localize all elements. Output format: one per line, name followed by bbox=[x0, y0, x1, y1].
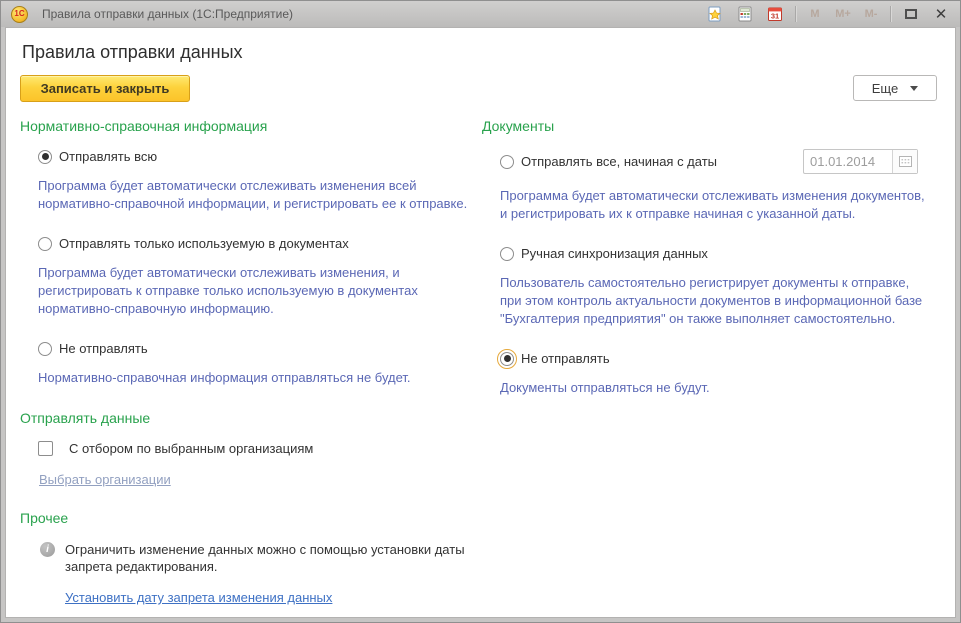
section-heading-other: Прочее bbox=[20, 510, 478, 526]
page-title: Правила отправки данных bbox=[22, 42, 941, 63]
radio-label: Отправлять все, начиная с даты bbox=[521, 154, 717, 169]
info-text: Ограничить изменение данных можно с помо… bbox=[65, 541, 478, 575]
radio-icon[interactable] bbox=[500, 247, 514, 261]
set-restriction-date-link[interactable]: Установить дату запрета изменения данных bbox=[65, 590, 332, 605]
section-heading-nsi: Нормативно-справочная информация bbox=[20, 118, 478, 134]
1c-logo-text: 1С bbox=[14, 10, 24, 18]
nsi-option-group-2: Не отправлять Нормативно-справочная инфо… bbox=[20, 341, 478, 387]
close-button[interactable]: ✕ bbox=[928, 4, 954, 24]
radio-icon[interactable] bbox=[500, 352, 514, 366]
nsi-option-group-0: Отправлять всю Программа будет автоматич… bbox=[20, 149, 478, 213]
section-heading-documents: Документы bbox=[482, 118, 932, 134]
radio-docs-send-all-from-date[interactable]: Отправлять все, начиная с даты bbox=[500, 149, 932, 174]
radio-label: Отправлять только используемую в докумен… bbox=[59, 236, 349, 251]
radio-icon[interactable] bbox=[38, 342, 52, 356]
calendar-picker-button[interactable] bbox=[892, 150, 917, 173]
option-note: Программа будет автоматически отслеживат… bbox=[38, 177, 468, 213]
section-heading-send-data: Отправлять данные bbox=[20, 410, 478, 426]
start-date-input[interactable] bbox=[804, 150, 892, 173]
date-field bbox=[803, 149, 918, 174]
documents-option-group-2: Не отправлять Документы отправляться не … bbox=[482, 351, 932, 397]
titlebar-actions: 31 M M+ M- ✕ bbox=[702, 4, 954, 24]
option-note: Нормативно-справочная информация отправл… bbox=[38, 369, 468, 387]
close-icon: ✕ bbox=[935, 7, 948, 22]
form-content: Правила отправки данных Записать и закры… bbox=[5, 27, 956, 618]
radio-label: Отправлять всю bbox=[59, 149, 157, 164]
info-icon: i bbox=[40, 542, 55, 557]
option-note: Программа будет автоматически отслеживат… bbox=[500, 187, 930, 223]
maximize-button[interactable] bbox=[898, 4, 924, 24]
favorites-button[interactable] bbox=[702, 4, 728, 24]
radio-icon[interactable] bbox=[38, 237, 52, 251]
titlebar-separator bbox=[795, 6, 796, 22]
calculator-button[interactable] bbox=[732, 4, 758, 24]
radio-label: Ручная синхронизация данных bbox=[521, 246, 708, 261]
more-button-label: Еще bbox=[872, 81, 898, 96]
titlebar-separator bbox=[890, 6, 891, 22]
calculator-icon bbox=[737, 6, 753, 22]
select-organizations-link[interactable]: Выбрать организации bbox=[39, 472, 171, 487]
other-info-row: i Ограничить изменение данных можно с по… bbox=[40, 541, 478, 575]
option-note: Пользователь самостоятельно регистрирует… bbox=[500, 274, 930, 328]
nsi-option-group-1: Отправлять только используемую в докумен… bbox=[20, 236, 478, 318]
radio-icon[interactable] bbox=[500, 155, 514, 169]
radio-docs-do-not-send[interactable]: Не отправлять bbox=[500, 351, 932, 366]
option-note: Документы отправляться не будут. bbox=[500, 379, 930, 397]
maximize-icon bbox=[905, 9, 917, 19]
radio-nsi-send-all[interactable]: Отправлять всю bbox=[38, 149, 478, 164]
calendar-button[interactable]: 31 bbox=[762, 4, 788, 24]
checkbox-label: С отбором по выбранным организациям bbox=[69, 441, 313, 456]
option-note: Программа будет автоматически отслеживат… bbox=[38, 264, 468, 318]
memory-m-button: M bbox=[803, 4, 827, 24]
command-bar: Записать и закрыть Еще bbox=[20, 75, 941, 102]
window-title: Правила отправки данных (1С:Предприятие) bbox=[42, 7, 702, 21]
memory-m-minus-button: M- bbox=[859, 4, 883, 24]
memory-m-plus-button: M+ bbox=[831, 4, 855, 24]
calendar-icon: 31 bbox=[767, 6, 783, 22]
checkbox-filter-by-organizations[interactable]: С отбором по выбранным организациям bbox=[38, 441, 478, 456]
save-and-close-button[interactable]: Записать и закрыть bbox=[20, 75, 190, 102]
svg-text:31: 31 bbox=[771, 12, 779, 21]
radio-nsi-send-used-only[interactable]: Отправлять только используемую в докумен… bbox=[38, 236, 478, 251]
checkbox-icon[interactable] bbox=[38, 441, 53, 456]
app-window: 1С Правила отправки данных (1С:Предприят… bbox=[0, 0, 961, 623]
settings-columns: Нормативно-справочная информация Отправл… bbox=[20, 118, 941, 607]
1c-logo-icon: 1С bbox=[11, 6, 28, 23]
titlebar[interactable]: 1С Правила отправки данных (1С:Предприят… bbox=[1, 1, 960, 27]
radio-docs-manual-sync[interactable]: Ручная синхронизация данных bbox=[500, 246, 932, 261]
radio-nsi-do-not-send[interactable]: Не отправлять bbox=[38, 341, 478, 356]
column-documents: Документы Отправлять все, начиная с даты bbox=[482, 118, 932, 607]
radio-label: Не отправлять bbox=[59, 341, 148, 356]
chevron-down-icon bbox=[910, 86, 918, 91]
documents-option-group-1: Ручная синхронизация данных Пользователь… bbox=[482, 246, 932, 328]
star-page-icon bbox=[707, 6, 723, 22]
more-button[interactable]: Еще bbox=[853, 75, 937, 101]
radio-label: Не отправлять bbox=[521, 351, 610, 366]
calendar-grid-icon bbox=[899, 156, 912, 167]
column-nsi: Нормативно-справочная информация Отправл… bbox=[20, 118, 478, 607]
documents-option-group-0: Отправлять все, начиная с даты bbox=[482, 149, 932, 223]
radio-icon[interactable] bbox=[38, 150, 52, 164]
